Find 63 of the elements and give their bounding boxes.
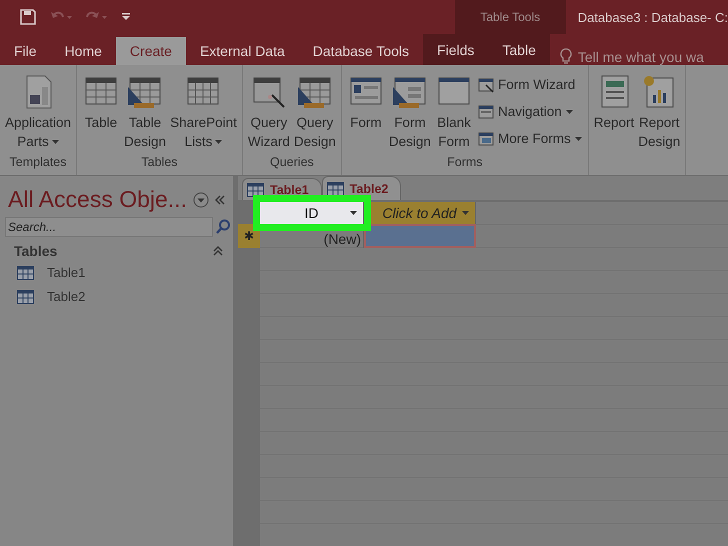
ribbon-button[interactable]: More Forms bbox=[474, 125, 585, 152]
wizard-form-icon bbox=[478, 76, 494, 92]
ribbon-button[interactable]: Application Parts bbox=[3, 65, 74, 155]
ribbon-button[interactable]: Form Wizard bbox=[474, 71, 585, 98]
ribbon-button[interactable]: Table bbox=[80, 65, 122, 155]
ribbon-button[interactable]: Form Design bbox=[386, 65, 433, 155]
table-icon bbox=[17, 290, 34, 304]
nav-item[interactable]: Table1 bbox=[0, 259, 233, 283]
table-icon bbox=[17, 266, 34, 280]
group-label: Templates bbox=[8, 155, 68, 171]
ribbon-tab[interactable]: Table bbox=[488, 34, 550, 65]
window-icon bbox=[478, 130, 494, 146]
new-record-marker: ✱ bbox=[238, 224, 260, 248]
customize-icon[interactable] bbox=[122, 13, 130, 21]
wand-icon bbox=[253, 78, 285, 108]
report-icon bbox=[601, 76, 628, 108]
document-tab[interactable]: Table2 bbox=[322, 176, 402, 200]
set-square-icon bbox=[128, 87, 154, 108]
set-square-icon bbox=[392, 87, 419, 108]
window-title: Database3 : Database- C: bbox=[576, 10, 728, 24]
ribbon-button[interactable]: Report bbox=[592, 65, 636, 155]
save-icon[interactable] bbox=[20, 9, 36, 25]
table-cell[interactable] bbox=[364, 224, 476, 248]
ribbon-button[interactable]: Form bbox=[344, 65, 387, 155]
ribbon-tab[interactable]: File bbox=[0, 37, 51, 65]
document-icon bbox=[26, 76, 52, 108]
collapse-icon[interactable] bbox=[214, 194, 225, 204]
ribbon-button[interactable]: Report Design bbox=[636, 65, 682, 155]
ribbon-tab[interactable]: Database Tools bbox=[298, 37, 424, 65]
ribbon-tab[interactable]: Home bbox=[50, 37, 116, 65]
lightbulb-icon bbox=[560, 48, 572, 65]
group-label: Queries bbox=[269, 155, 315, 171]
caret-icon bbox=[350, 211, 357, 215]
ribbon-button[interactable]: Blank Form bbox=[432, 65, 475, 155]
table-icon bbox=[326, 182, 344, 196]
search-icon[interactable] bbox=[215, 219, 231, 235]
ribbon-button[interactable]: SharePoint Lists bbox=[168, 65, 239, 155]
ribbon-button[interactable]: Query Design bbox=[292, 65, 338, 155]
ribbon-tab[interactable]: Fields bbox=[423, 34, 488, 65]
ribbon-tab[interactable]: External Data bbox=[186, 37, 299, 65]
chart-report-icon bbox=[644, 76, 674, 108]
ribbon-button[interactable]: Query Wizard bbox=[246, 65, 292, 155]
caret-icon bbox=[462, 211, 469, 215]
blank-form-icon bbox=[438, 78, 470, 104]
ribbon-button[interactable]: Navigation bbox=[474, 98, 585, 125]
group-label: Forms bbox=[446, 155, 484, 171]
tell-me-field[interactable]: Tell me what you wa bbox=[578, 48, 704, 64]
chevron-icon[interactable] bbox=[213, 246, 223, 256]
ribbon-tab[interactable]: Create bbox=[116, 37, 186, 65]
nav-item[interactable]: Table2 bbox=[0, 283, 233, 307]
context-label: Table Tools bbox=[454, 0, 566, 34]
group-label: Tables bbox=[140, 155, 179, 171]
window-icon bbox=[478, 104, 494, 120]
list-icon bbox=[188, 78, 219, 104]
search-field[interactable]: Search... bbox=[5, 217, 213, 237]
dropdown-icon[interactable] bbox=[192, 192, 209, 208]
form-icon bbox=[350, 78, 382, 104]
table-icon bbox=[247, 182, 264, 196]
section-header[interactable]: Tables bbox=[14, 243, 58, 259]
table-icon bbox=[86, 78, 117, 104]
ribbon-button[interactable]: Table Design bbox=[122, 65, 168, 155]
pane-title: All Access Obje... bbox=[8, 186, 187, 213]
set-square-icon bbox=[298, 87, 324, 108]
